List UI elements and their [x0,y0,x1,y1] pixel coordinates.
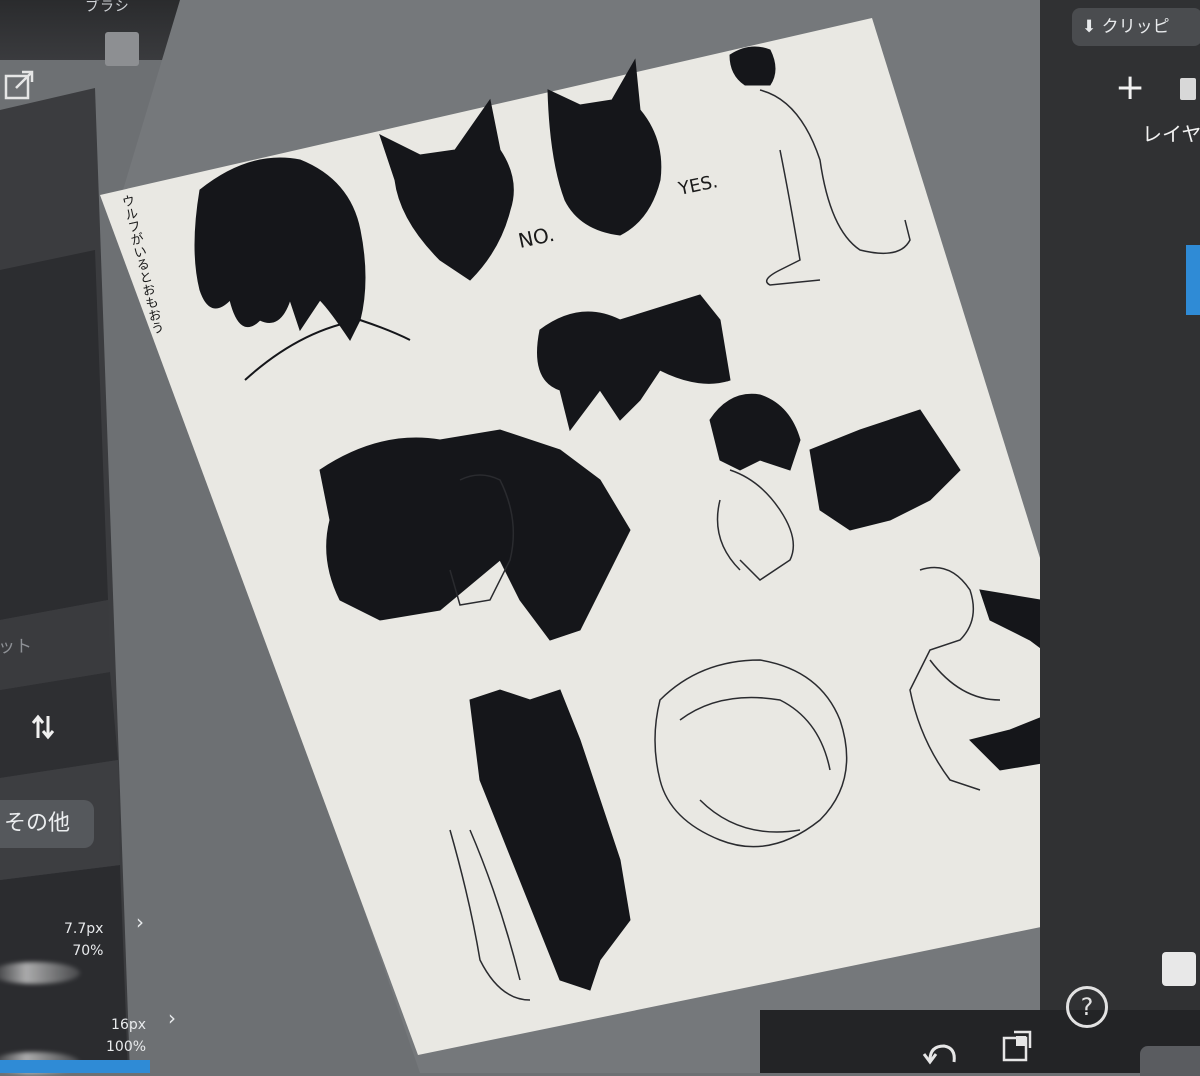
clipping-label: クリッピ [1101,17,1170,37]
download-icon: ⬇ [1082,17,1097,37]
bottom-toolbar [760,1010,1200,1073]
right-panel [1040,0,1200,1073]
share-icon[interactable] [1162,952,1196,986]
selected-layer-indicator [1186,245,1200,315]
eraser-icon[interactable] [998,1028,1034,1064]
trash-icon[interactable] [1180,78,1196,100]
canvas-area[interactable]: NO. YES. ウルフがいるとおもおう [0,0,1200,1073]
plus-icon[interactable]: + [1115,70,1145,106]
layer-label: レイヤ [1142,122,1200,146]
undo-icon[interactable] [920,1040,960,1070]
help-icon[interactable]: ? [1066,986,1108,1028]
bottom-tab[interactable] [1140,1046,1200,1076]
clipping-button[interactable]: ⬇ クリッピ [1072,8,1200,46]
